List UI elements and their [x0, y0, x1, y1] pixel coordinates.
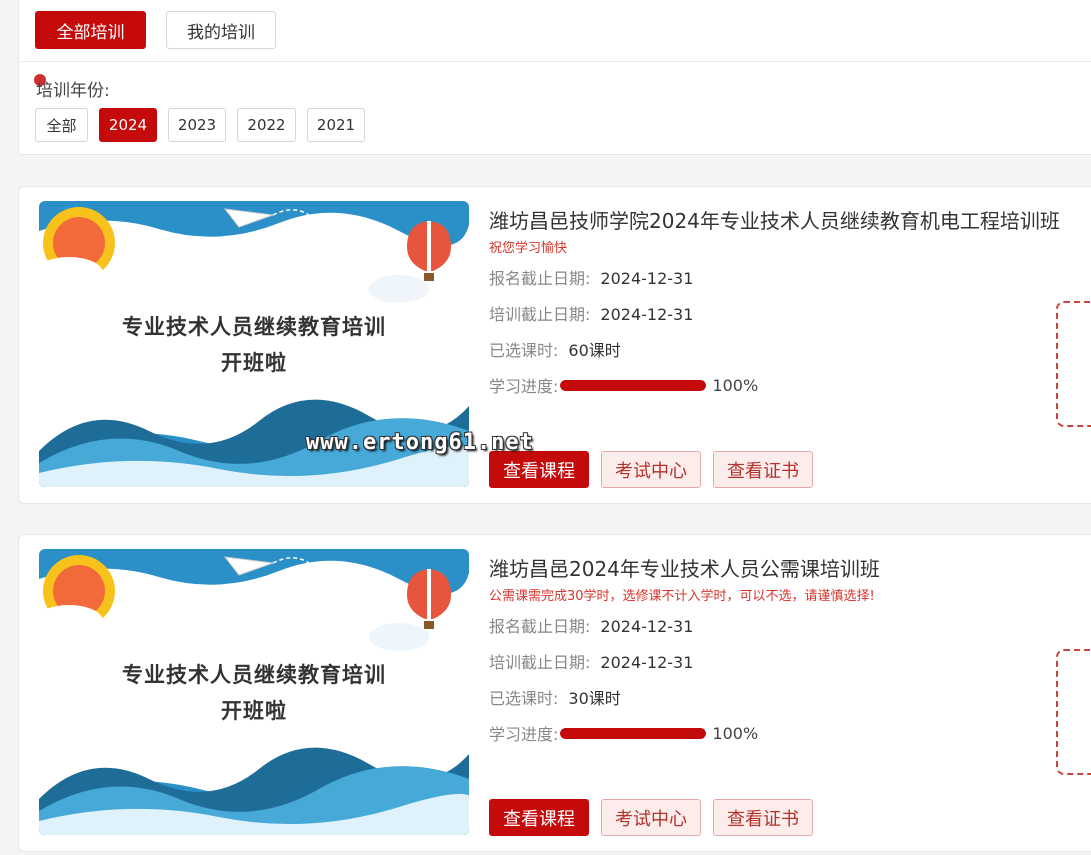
study-progress-label: 学习进度: [489, 725, 559, 744]
year-option-2024[interactable]: 2024 [99, 108, 157, 142]
study-progress-row: 学习进度: 100% [489, 721, 758, 745]
training-deadline-value: 2024-12-31 [600, 305, 694, 324]
progress-percent: 100% [712, 723, 759, 743]
training-deadline-label: 培训截止日期: [489, 653, 591, 672]
view-certificate-button[interactable]: 查看证书 [713, 799, 813, 836]
year-option-2023[interactable]: 2023 [168, 108, 226, 142]
signup-deadline-row: 报名截止日期: 2024-12-31 [489, 613, 693, 637]
progress-percent: 100% [712, 375, 759, 395]
signup-deadline-label: 报名截止日期: [489, 617, 591, 636]
selected-hours-row: 已选课时: 60课时 [489, 337, 621, 361]
tab-all-training[interactable]: 全部培训 [35, 11, 146, 49]
signup-deadline-label: 报名截止日期: [489, 269, 591, 288]
study-progress-label: 学习进度: [489, 377, 559, 396]
course-title[interactable]: 潍坊昌邑2024年专业技术人员公需课培训班 [489, 553, 880, 582]
banner-headline: 专业技术人员继续教育培训 [122, 315, 386, 339]
signup-deadline-row: 报名截止日期: 2024-12-31 [489, 265, 693, 289]
divider [19, 61, 1091, 62]
progress-bar-fill [560, 379, 707, 391]
study-progress-row: 学习进度: 100% [489, 373, 758, 397]
exam-center-button[interactable]: 考试中心 [601, 451, 701, 488]
signup-deadline-value: 2024-12-31 [600, 617, 694, 636]
banner-subheadline: 开班啦 [221, 351, 287, 375]
training-deadline-row: 培训截止日期: 2024-12-31 [489, 649, 693, 673]
progress-bar [560, 379, 707, 391]
course-banner-image[interactable]: 专业技术人员继续教育培训 开班啦 [39, 549, 469, 835]
progress-bar [560, 727, 707, 739]
filter-panel: 全部培训 我的培训 培训年份: 全部 2024 2023 2022 2021 [18, 0, 1091, 155]
progress-bar-fill [560, 727, 707, 739]
selected-hours-row: 已选课时: 30课时 [489, 685, 621, 709]
year-filter-label: 培训年份: [36, 81, 110, 101]
selected-hours-value: 30课时 [568, 689, 621, 708]
exam-center-button[interactable]: 考试中心 [601, 799, 701, 836]
view-course-button[interactable]: 查看课程 [489, 799, 589, 836]
year-option-all[interactable]: 全部 [35, 108, 88, 142]
signup-deadline-value: 2024-12-31 [600, 269, 694, 288]
selected-hours-label: 已选课时: [489, 341, 559, 360]
watermark-text: www.ertong61.net [306, 430, 534, 455]
year-option-2021[interactable]: 2021 [307, 108, 365, 142]
course-note: 祝您学习愉快 [489, 241, 568, 256]
course-card: 专业技术人员继续教育培训 开班啦 潍坊昌邑技师学院2024年专业技术人员继续教育… [18, 186, 1091, 504]
banner-subheadline: 开班啦 [221, 699, 287, 723]
course-note: 公需课需完成30学时，选修课不计入学时，可以不选，请谨慎选择! [489, 589, 875, 604]
dashed-placeholder-box [1056, 301, 1091, 427]
course-title[interactable]: 潍坊昌邑技师学院2024年专业技术人员继续教育机电工程培训班 [489, 205, 1060, 234]
tab-my-training[interactable]: 我的培训 [166, 11, 276, 49]
selected-hours-label: 已选课时: [489, 689, 559, 708]
training-deadline-value: 2024-12-31 [600, 653, 694, 672]
training-deadline-row: 培训截止日期: 2024-12-31 [489, 301, 693, 325]
view-course-button[interactable]: 查看课程 [489, 451, 589, 488]
dashed-placeholder-box [1056, 649, 1091, 775]
training-deadline-label: 培训截止日期: [489, 305, 591, 324]
course-card: 专业技术人员继续教育培训 开班啦 潍坊昌邑2024年专业技术人员公需课培训班 公… [18, 534, 1091, 852]
banner-illustration [39, 549, 469, 835]
view-certificate-button[interactable]: 查看证书 [713, 451, 813, 488]
year-option-2022[interactable]: 2022 [237, 108, 296, 142]
selected-hours-value: 60课时 [568, 341, 621, 360]
banner-headline: 专业技术人员继续教育培训 [122, 663, 386, 687]
